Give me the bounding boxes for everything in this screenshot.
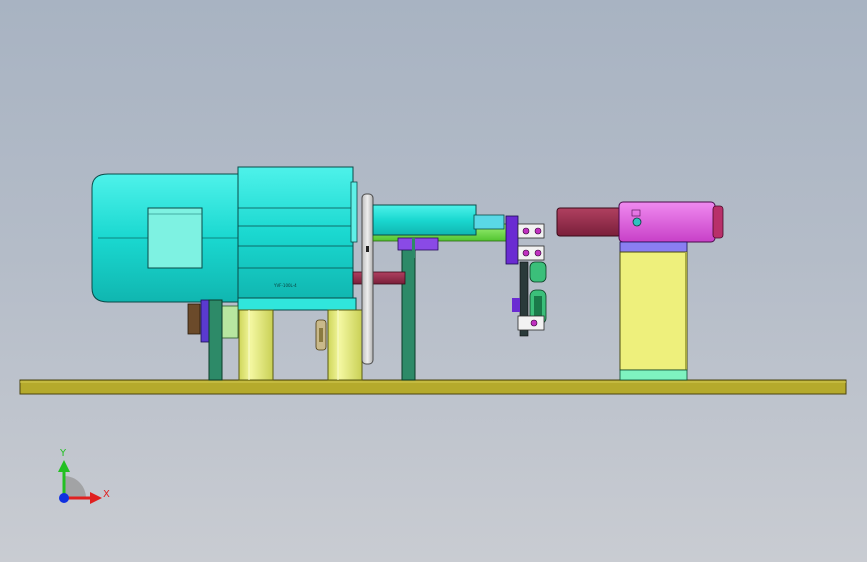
tailstock-rod[interactable] <box>556 207 622 237</box>
spindle-shaft[interactable] <box>372 204 514 258</box>
support-pillar-right[interactable] <box>327 309 363 381</box>
motor-nameplate: YVF-100L-4 <box>273 283 297 288</box>
motor-assembly[interactable]: YVF-100L-4 <box>91 166 358 311</box>
tailstock-assembly[interactable] <box>556 201 724 381</box>
cad-viewport[interactable]: YVF-100L-4 Y X <box>0 0 867 562</box>
gearbox-body[interactable] <box>237 166 354 301</box>
x-axis-label: X <box>103 489 110 500</box>
connecting-rod[interactable] <box>352 271 406 285</box>
support-pillar-left[interactable] <box>238 309 274 381</box>
roller-clamp-assembly[interactable] <box>505 215 547 337</box>
y-axis-label: Y <box>59 448 67 459</box>
tailstock-housing[interactable] <box>619 251 688 371</box>
terminal-box[interactable] <box>147 207 203 269</box>
coordinate-triad: Y X <box>58 448 110 504</box>
spindle-housing[interactable] <box>372 204 477 236</box>
flywheel[interactable] <box>361 193 374 365</box>
base-plate[interactable] <box>19 379 847 395</box>
z-axis-dot <box>59 493 69 503</box>
